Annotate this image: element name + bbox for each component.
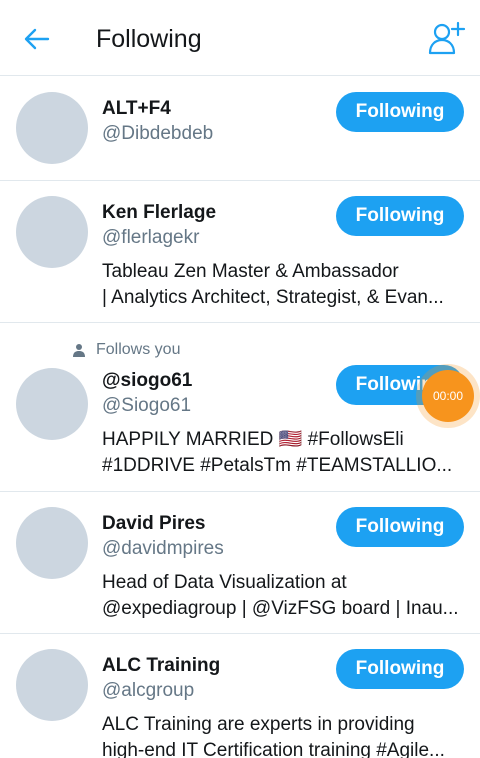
avatar[interactable] xyxy=(16,196,88,268)
list-item[interactable]: Ken Flerlage @flerlagekr Tableau Zen Mas… xyxy=(0,181,480,323)
list-item[interactable]: ALT+F4 @Dibdebdeb Following xyxy=(0,77,480,181)
following-button[interactable]: Following xyxy=(336,92,464,132)
user-name: ALT+F4 xyxy=(102,98,171,119)
user-handle: @flerlagekr xyxy=(102,227,200,248)
top-app-bar: Following xyxy=(0,0,480,76)
list-item[interactable]: Follows you @siogo61 @Siogo61 HAPPILY MA… xyxy=(0,323,480,492)
avatar[interactable] xyxy=(16,507,88,579)
user-bio: Head of Data Visualization at @expediagr… xyxy=(102,570,462,622)
bio-line: Head of Data Visualization at xyxy=(102,572,347,593)
user-bio: HAPPILY MARRIED 🇺🇸 #FollowsEli #1DDRIVE … xyxy=(102,427,462,479)
list-item[interactable]: ALC Training @alcgroup ALC Training are … xyxy=(0,634,480,758)
list-item[interactable]: David Pires @davidmpires Head of Data Vi… xyxy=(0,492,480,634)
bio-line: HAPPILY MARRIED 🇺🇸 #FollowsEli xyxy=(102,429,404,450)
bio-line: | Analytics Architect, Strategist, & Eva… xyxy=(102,287,444,308)
user-handle: @alcgroup xyxy=(102,680,195,701)
back-button[interactable] xyxy=(20,24,54,54)
add-user-icon xyxy=(428,21,466,55)
user-handle: @davidmpires xyxy=(102,538,224,559)
person-icon xyxy=(73,344,85,357)
following-button[interactable]: Following xyxy=(336,507,464,547)
page-title: Following xyxy=(96,25,202,53)
bio-line: Tableau Zen Master & Ambassador xyxy=(102,261,399,282)
avatar[interactable] xyxy=(16,92,88,164)
bio-line: high-end IT Certification training #Agil… xyxy=(102,740,445,758)
recording-timer-bubble[interactable]: 00:00 xyxy=(422,370,474,422)
user-handle: @Dibdebdeb xyxy=(102,123,214,144)
bio-line: ALC Training are experts in providing xyxy=(102,714,415,735)
user-name: Ken Flerlage xyxy=(102,202,217,223)
follows-you-indicator: Follows you xyxy=(72,341,180,359)
user-bio: Tableau Zen Master & Ambassador | Analyt… xyxy=(102,259,462,311)
bio-line: @expediagroup | @VizFSG board | Inau... xyxy=(102,598,459,619)
user-name: @siogo61 xyxy=(102,370,193,391)
following-list: ALT+F4 @Dibdebdeb Following Ken Flerlage… xyxy=(0,77,480,758)
following-button[interactable]: Following xyxy=(336,196,464,236)
bio-line: #1DDRIVE #PetalsTm #TEAMSTALLIO... xyxy=(102,455,453,476)
back-arrow-icon xyxy=(24,28,50,50)
add-user-button[interactable] xyxy=(428,20,468,56)
user-bio: ALC Training are experts in providing hi… xyxy=(102,712,462,758)
user-name: ALC Training xyxy=(102,655,221,676)
avatar[interactable] xyxy=(16,649,88,721)
following-button[interactable]: Following xyxy=(336,649,464,689)
user-name: David Pires xyxy=(102,513,206,534)
avatar[interactable] xyxy=(16,368,88,440)
follows-you-label: Follows you xyxy=(96,341,181,358)
user-handle: @Siogo61 xyxy=(102,395,192,416)
